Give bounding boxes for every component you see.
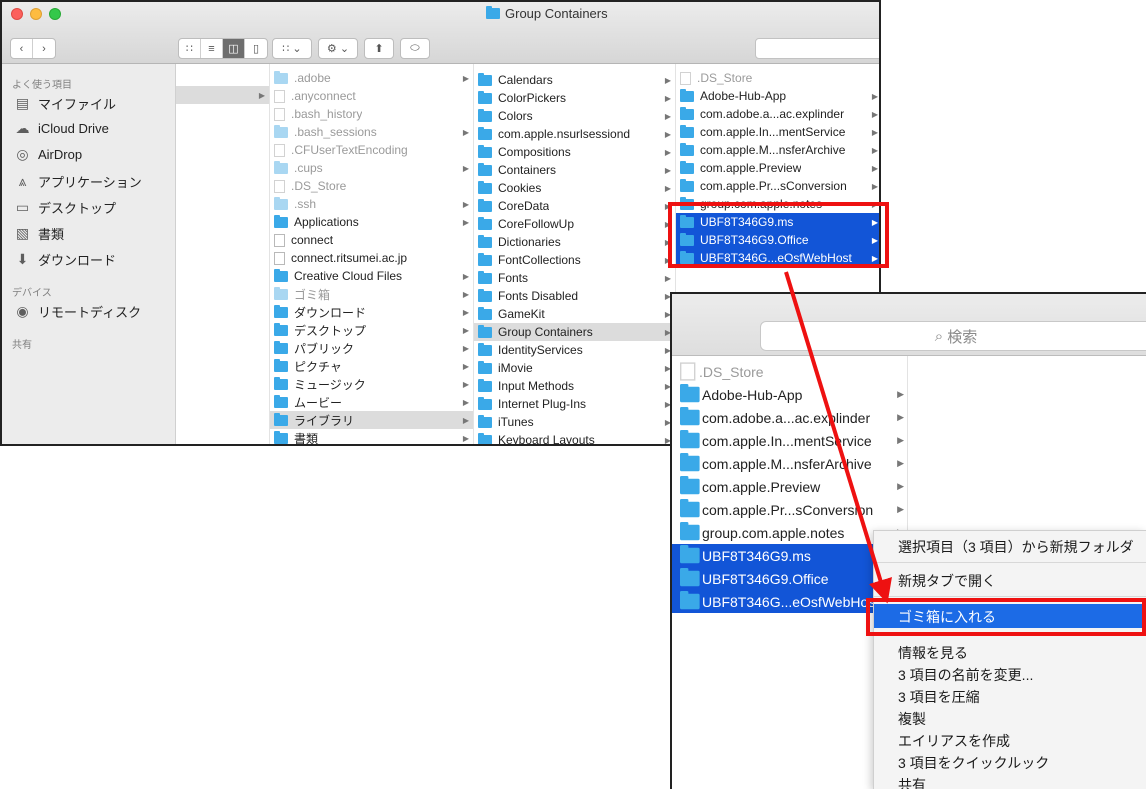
- pointer-arrow: [784, 271, 892, 604]
